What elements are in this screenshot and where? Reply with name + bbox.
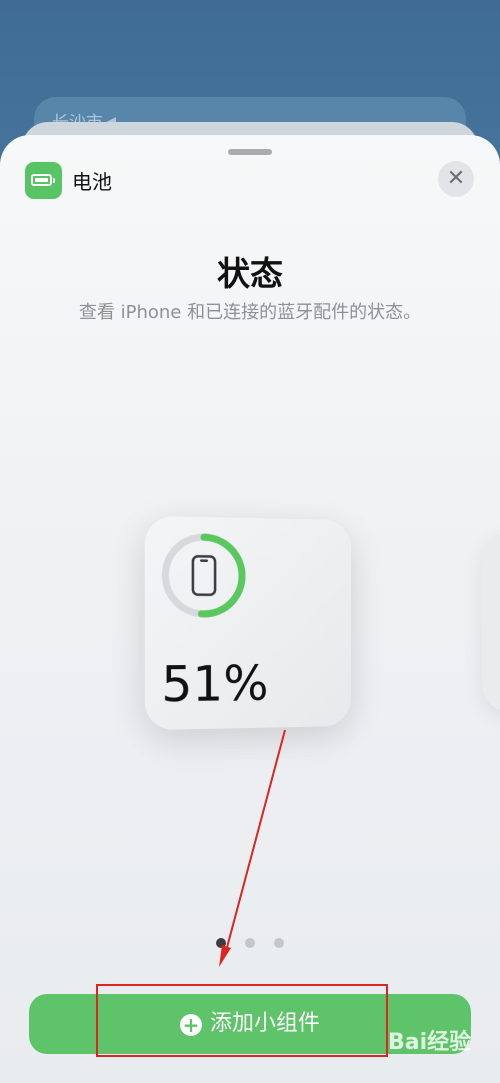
- watermark-logo: Bai经验: [388, 1030, 472, 1055]
- annotation-box: [96, 984, 388, 1057]
- annotation-arrow: [219, 729, 286, 967]
